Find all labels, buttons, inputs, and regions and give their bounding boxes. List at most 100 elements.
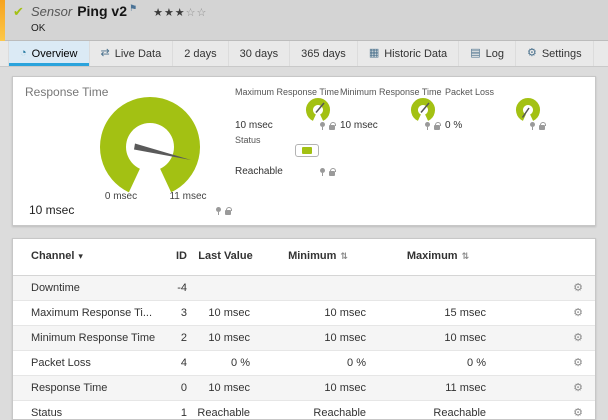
pin-icon[interactable] <box>425 121 430 130</box>
channel-settings-icon[interactable]: ⚙ <box>573 282 583 294</box>
historic-data-icon: ▦ <box>368 47 380 59</box>
channel-settings-icon[interactable]: ⚙ <box>573 332 583 344</box>
channel-maximum: 11 msec <box>378 375 498 401</box>
tab-settings[interactable]: ⚙ Settings <box>516 41 594 66</box>
channel-last-value <box>193 275 258 301</box>
mini-gauge-title: Packet Loss <box>445 87 495 97</box>
sensor-title: Ping v2 <box>77 3 127 19</box>
channel-name[interactable]: Status <box>13 400 163 419</box>
channel-name[interactable]: Maximum Response Ti... <box>13 300 163 326</box>
channel-name[interactable]: Packet Loss <box>13 350 163 376</box>
channel-minimum: 0 % <box>258 350 378 376</box>
mini-gauge-title: Minimum Response Time <box>340 87 442 97</box>
tab-label: Log <box>485 47 504 60</box>
tab-label: Historic Data <box>384 47 448 60</box>
pin-icon[interactable] <box>320 167 325 176</box>
channel-minimum <box>258 275 378 301</box>
tab-live-data[interactable]: ⇄ Live Data <box>90 41 174 66</box>
table-row: Status 1 Reachable Reachable Reachable ⚙ <box>13 400 595 419</box>
channel-settings-icon[interactable]: ⚙ <box>573 407 583 419</box>
live-data-icon: ⇄ <box>100 47 110 59</box>
channel-last-value: 10 msec <box>193 325 258 351</box>
col-label: ID <box>176 250 187 263</box>
channel-maximum: 0 % <box>378 350 498 376</box>
channel-id: 0 <box>163 375 193 401</box>
channel-settings-icon[interactable]: ⚙ <box>573 307 583 319</box>
lock-icon[interactable] <box>329 167 336 176</box>
channel-maximum: 15 msec <box>378 300 498 326</box>
channel-name[interactable]: Downtime <box>13 275 163 301</box>
channel-settings-icon[interactable]: ⚙ <box>573 357 583 369</box>
sensor-header: ✔ Sensor Ping v2 ⚑ ★★★☆☆ OK <box>0 0 608 41</box>
tab-30-days[interactable]: 30 days <box>229 41 291 66</box>
pin-icon[interactable] <box>320 121 325 130</box>
log-icon: ▤ <box>470 47 481 59</box>
col-maximum[interactable]: Maximum ⇅ <box>378 239 498 276</box>
prtg-sensor-page: ✔ Sensor Ping v2 ⚑ ★★★☆☆ OK ◔ Overview ⇄ Li… <box>0 0 608 420</box>
sensor-type-label: Sensor <box>31 4 73 19</box>
channel-settings-icon[interactable]: ⚙ <box>573 382 583 394</box>
priority-stars[interactable]: ★★★☆☆ <box>153 7 207 19</box>
tab-label: Settings <box>541 47 582 60</box>
col-label: Minimum <box>288 250 337 263</box>
gauges-panel: Response Time 0 msec 11 msec 10 msec Max… <box>12 76 596 226</box>
lock-icon[interactable] <box>539 121 546 130</box>
mini-gauge-value: 0 % <box>445 120 463 131</box>
lock-icon[interactable] <box>225 207 232 215</box>
channel-last-value: 10 msec <box>193 300 258 326</box>
lock-icon[interactable] <box>329 121 336 130</box>
tab-2-days[interactable]: 2 days <box>173 41 229 66</box>
table-header-row: Channel ▾ ID Last Value Minimum ⇅ Maximum ⇅ <box>13 239 595 276</box>
channels-table: Channel ▾ ID Last Value Minimum ⇅ Maximum ⇅… <box>13 239 595 419</box>
mini-gauge-value: 10 msec <box>235 120 273 131</box>
gauge-min-label: 0 msec <box>104 191 138 202</box>
channel-maximum: 10 msec <box>378 325 498 351</box>
channel-id: 3 <box>163 300 193 326</box>
tab-365-days[interactable]: 365 days <box>290 41 358 66</box>
tab-historic-data[interactable]: ▦ Historic Data <box>358 41 460 66</box>
channel-name[interactable]: Response Time <box>13 375 163 401</box>
mini-gauge-title: Maximum Response Time <box>235 87 340 97</box>
col-minimum[interactable]: Minimum ⇅ <box>258 239 378 276</box>
overview-icon: ◔ <box>20 47 27 59</box>
lock-icon[interactable] <box>434 121 441 130</box>
channel-name[interactable]: Minimum Response Time <box>13 325 163 351</box>
col-id[interactable]: ID <box>163 239 193 276</box>
pin-icon[interactable] <box>216 207 221 215</box>
tab-label: 365 days <box>301 47 346 60</box>
sort-arrows-icon: ⇅ <box>340 251 348 262</box>
sensor-title-row: Sensor Ping v2 ⚑ ★★★☆☆ <box>31 3 207 19</box>
tab-label: 2 days <box>184 47 217 60</box>
flag-icon[interactable]: ⚑ <box>129 3 137 13</box>
status-gauge-block: Status Reachable <box>235 135 336 177</box>
priority-stripe <box>0 0 5 41</box>
pin-icon[interactable] <box>530 121 535 130</box>
channel-minimum: 10 msec <box>258 375 378 401</box>
sort-arrows-icon: ⇅ <box>461 251 470 262</box>
channel-last-value: Reachable <box>193 400 258 419</box>
stars-filled: ★★★ <box>153 7 186 19</box>
mini-gauge-min-response: Minimum Response Time 10 msec <box>340 87 442 131</box>
channel-minimum: Reachable <box>258 400 378 419</box>
gauge-pin-controls <box>425 121 441 130</box>
table-row: Downtime -4 ⚙ <box>13 275 595 301</box>
channel-last-value: 10 msec <box>193 375 258 401</box>
table-row: Response Time 0 10 msec 10 msec 11 msec … <box>13 375 595 401</box>
tab-label: Live Data <box>114 47 162 60</box>
gauge-pin-controls <box>530 121 546 130</box>
gauge-pin-controls <box>216 207 232 215</box>
gauge-pin-controls <box>320 121 336 130</box>
channel-id: 1 <box>163 400 193 419</box>
table-row: Packet Loss 4 0 % 0 % 0 % ⚙ <box>13 350 595 376</box>
col-last-value[interactable]: Last Value <box>193 239 258 276</box>
gear-icon: ⚙ <box>526 47 537 59</box>
channel-minimum: 10 msec <box>258 325 378 351</box>
col-channel[interactable]: Channel ▾ <box>13 239 163 276</box>
tab-log[interactable]: ▤ Log <box>459 41 516 66</box>
sensor-status: OK <box>31 23 46 34</box>
response-time-gauge <box>100 96 200 193</box>
status-title: Status <box>235 135 261 145</box>
col-label: Channel <box>31 250 75 263</box>
channel-id: 4 <box>163 350 193 376</box>
tab-overview[interactable]: ◔ Overview <box>8 41 90 66</box>
